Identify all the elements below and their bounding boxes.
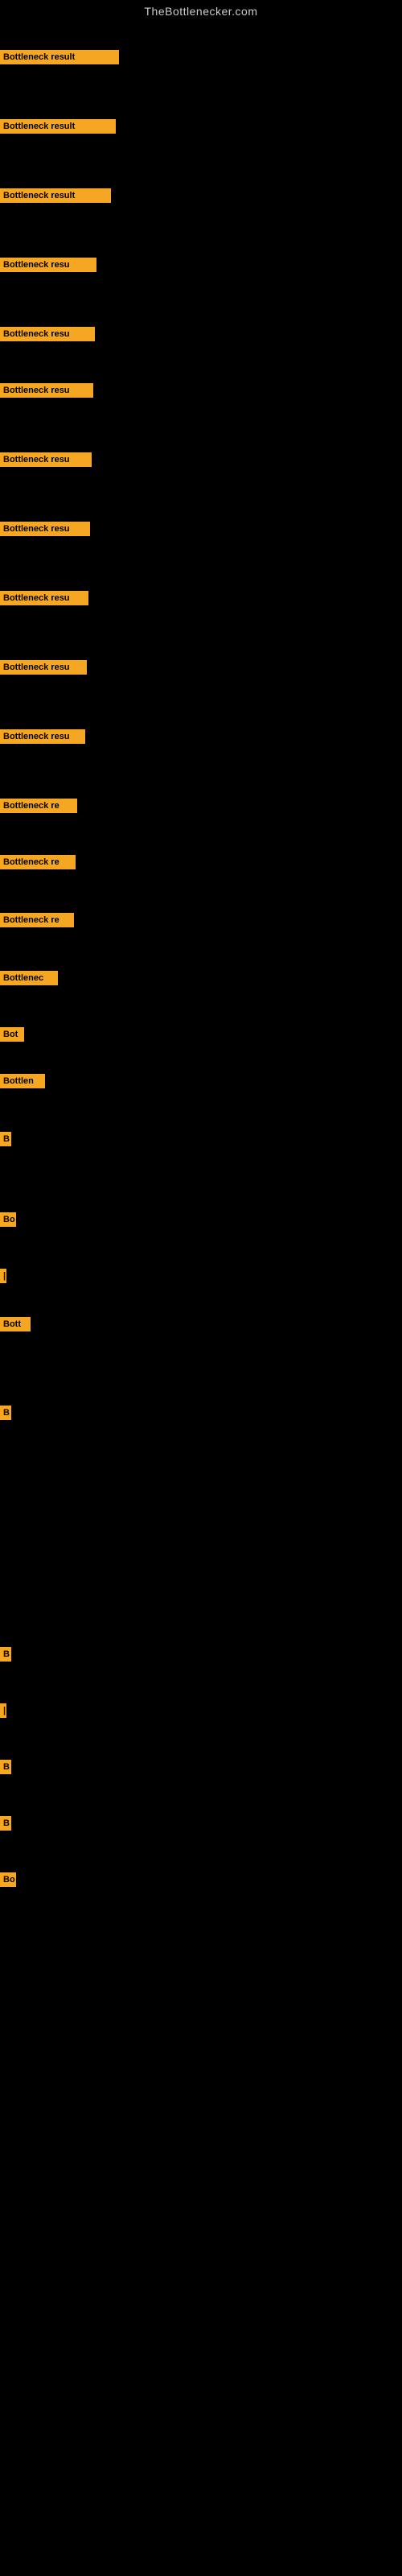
bar-row: Bo <box>0 1872 16 1891</box>
bar-label: Bot <box>0 1027 24 1042</box>
bar-row: Bott <box>0 1317 31 1335</box>
bar-row: Bottleneck resu <box>0 660 87 679</box>
bar-label: Bottlenec <box>0 971 58 985</box>
bar-row: B <box>0 1406 11 1424</box>
bar-label: Bottleneck resu <box>0 327 95 341</box>
bar-label: Bo <box>0 1872 16 1887</box>
bar-label: Bottleneck resu <box>0 522 90 536</box>
bar-label: Bottlen <box>0 1074 45 1088</box>
bar-row: Bottlen <box>0 1074 45 1092</box>
bar-label: Bottleneck resu <box>0 660 87 675</box>
bar-row: B <box>0 1647 11 1666</box>
bar-label: B <box>0 1647 11 1662</box>
site-title: TheBottlenecker.com <box>0 0 402 21</box>
bar-label: Bottleneck resu <box>0 258 96 272</box>
bar-row: Bottleneck re <box>0 855 76 873</box>
bar-label: Bottleneck resu <box>0 452 92 467</box>
bar-row: Bottleneck resu <box>0 591 88 609</box>
bar-label: B <box>0 1406 11 1420</box>
bar-row: Bottleneck resu <box>0 327 95 345</box>
bar-row: Bottleneck result <box>0 119 116 138</box>
bar-row: Bottleneck resu <box>0 729 85 748</box>
bar-label: Bottleneck result <box>0 50 119 64</box>
bar-row: Bottleneck re <box>0 799 77 817</box>
bar-label: B <box>0 1760 11 1774</box>
bar-label: B <box>0 1132 11 1146</box>
bar-label: Bottleneck resu <box>0 591 88 605</box>
bar-label: | <box>0 1703 6 1718</box>
bar-label: Bottleneck re <box>0 913 74 927</box>
bar-label: Bottleneck re <box>0 855 76 869</box>
bar-row: Bottleneck re <box>0 913 74 931</box>
bar-label: Bottleneck result <box>0 119 116 134</box>
bar-label: Bo <box>0 1212 16 1227</box>
bar-row: Bottleneck result <box>0 188 111 207</box>
bar-row: | <box>0 1269 6 1287</box>
bar-label: Bottleneck resu <box>0 383 93 398</box>
bar-label: | <box>0 1269 6 1283</box>
bar-label: B <box>0 1816 11 1831</box>
bar-label: Bottleneck result <box>0 188 111 203</box>
bar-row: Bo <box>0 1212 16 1231</box>
bar-row: B <box>0 1816 11 1835</box>
bar-row: Bottleneck resu <box>0 383 93 402</box>
bar-row: B <box>0 1132 11 1150</box>
bar-row: Bottleneck resu <box>0 258 96 276</box>
bar-label: Bottleneck resu <box>0 729 85 744</box>
bar-row: Bottlenec <box>0 971 58 989</box>
bar-row: Bottleneck result <box>0 50 119 68</box>
bar-row: Bottleneck resu <box>0 452 92 471</box>
bar-label: Bottleneck re <box>0 799 77 813</box>
bar-label: Bott <box>0 1317 31 1331</box>
bar-row: Bot <box>0 1027 24 1046</box>
bar-row: B <box>0 1760 11 1778</box>
bar-row: Bottleneck resu <box>0 522 90 540</box>
bar-row: | <box>0 1703 6 1722</box>
